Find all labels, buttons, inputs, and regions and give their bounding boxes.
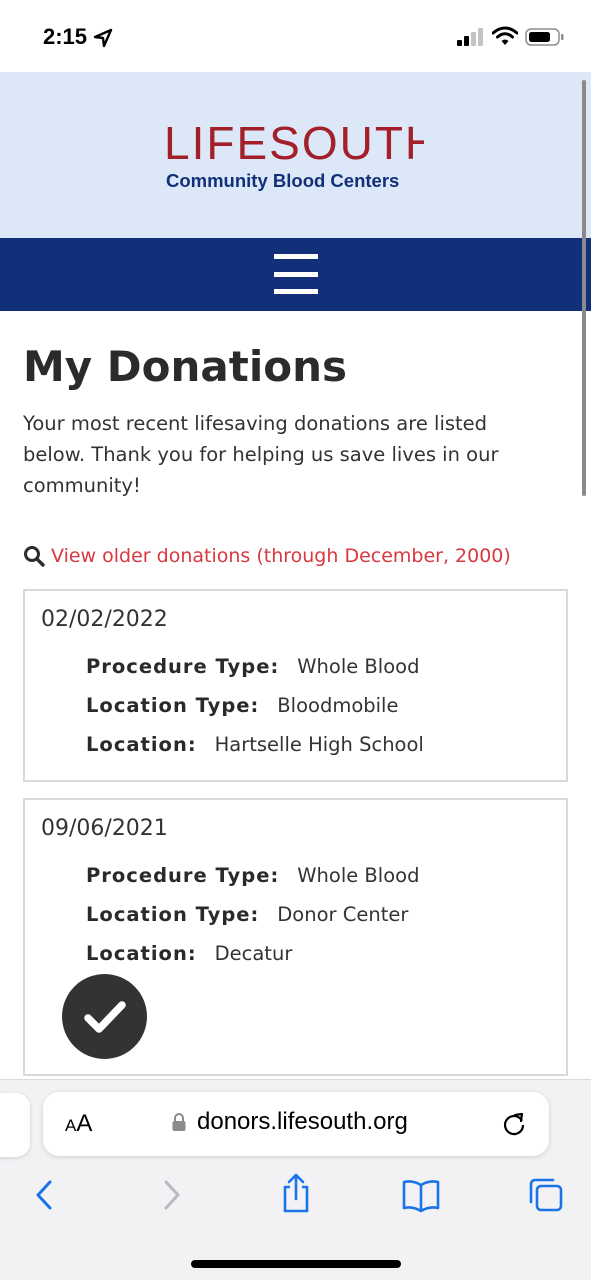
procedure-type-value: Whole Blood <box>297 655 420 678</box>
battery-icon <box>525 28 564 46</box>
cellular-signal-icon <box>457 28 483 46</box>
forward-icon[interactable] <box>160 1176 184 1214</box>
share-icon[interactable] <box>280 1172 312 1214</box>
lock-icon <box>172 1113 186 1131</box>
procedure-type-label: Procedure Type: <box>86 864 280 887</box>
url-display[interactable]: donors.lifesouth.org <box>171 1108 408 1136</box>
location-label: Location: <box>86 733 197 756</box>
view-older-donations-link[interactable]: View older donations (through December, … <box>23 545 511 567</box>
wifi-icon <box>492 26 518 45</box>
location-type-label: Location Type: <box>86 694 260 717</box>
procedure-type-row: Procedure Type: Whole Blood <box>86 864 419 887</box>
text-size-button[interactable]: AA <box>65 1110 92 1138</box>
search-icon <box>24 546 45 567</box>
checkmark-badge[interactable] <box>62 974 147 1059</box>
location-type-label: Location Type: <box>86 903 260 926</box>
site-header: LIFESOUTH Community Blood Centers <box>0 72 591 238</box>
location-arrow-icon <box>93 28 113 48</box>
page-scrollbar[interactable] <box>582 80 586 496</box>
status-time: 2:15 <box>43 24 88 49</box>
procedure-type-value: Whole Blood <box>297 864 420 887</box>
status-bar: 2:15 <box>0 0 591 72</box>
location-type-value: Donor Center <box>277 903 409 926</box>
checkmark-icon <box>84 1001 126 1033</box>
location-row: Location: Decatur <box>86 942 292 965</box>
lifesouth-logo[interactable]: LIFESOUTH Community Blood Centers <box>160 117 424 199</box>
view-older-donations-label: View older donations (through December, … <box>51 545 511 567</box>
location-row: Location: Hartselle High School <box>86 733 424 756</box>
url-text: donors.lifesouth.org <box>197 1108 408 1135</box>
location-type-row: Location Type: Bloodmobile <box>86 694 398 717</box>
bookmarks-icon[interactable] <box>402 1176 440 1214</box>
location-label: Location: <box>86 942 197 965</box>
page-title: My Donations <box>23 342 347 391</box>
logo-tagline: Community Blood Centers <box>166 170 399 191</box>
tabs-icon[interactable] <box>527 1176 565 1214</box>
home-indicator[interactable] <box>191 1260 401 1268</box>
location-type-row: Location Type: Donor Center <box>86 903 408 926</box>
address-bar[interactable]: AA donors.lifesouth.org <box>43 1092 549 1156</box>
hamburger-menu-icon[interactable] <box>268 251 324 297</box>
donation-date: 09/06/2021 <box>41 816 168 841</box>
location-value: Decatur <box>214 942 293 965</box>
reload-icon[interactable] <box>501 1111 527 1137</box>
location-type-value: Bloodmobile <box>277 694 399 717</box>
location-value: Hartselle High School <box>214 733 424 756</box>
procedure-type-label: Procedure Type: <box>86 655 280 678</box>
donation-card: 02/02/2022 Procedure Type: Whole Blood Lo… <box>23 589 568 782</box>
intro-text: Your most recent lifesaving donations ar… <box>23 412 499 497</box>
donation-date: 02/02/2022 <box>41 607 168 632</box>
previous-tab-preview[interactable] <box>0 1093 30 1157</box>
procedure-type-row: Procedure Type: Whole Blood <box>86 655 419 678</box>
back-icon[interactable] <box>32 1176 56 1214</box>
nav-bar <box>0 238 591 311</box>
logo-name: LIFESOUTH <box>164 117 424 169</box>
